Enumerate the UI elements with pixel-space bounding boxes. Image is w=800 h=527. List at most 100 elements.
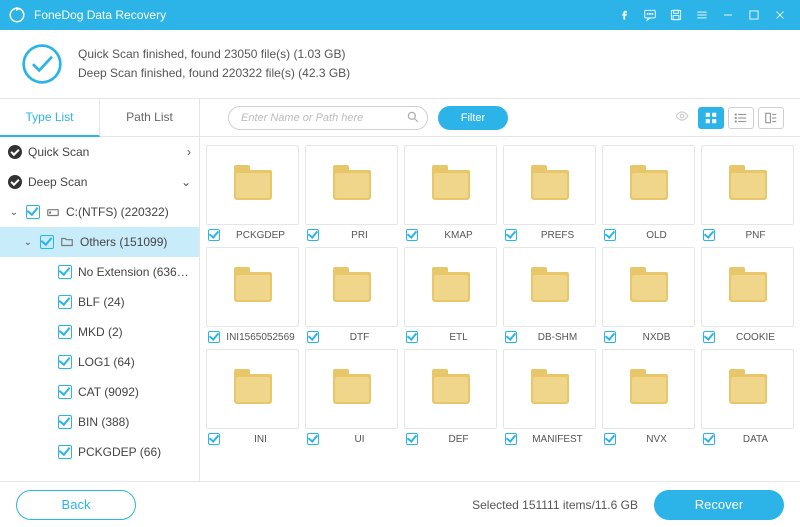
checkbox[interactable] (505, 433, 517, 445)
back-button[interactable]: Back (16, 490, 136, 520)
checkbox[interactable] (58, 265, 72, 279)
deep-scan-summary: Deep Scan finished, found 220322 file(s)… (78, 64, 350, 83)
grid-item[interactable]: NXDB (602, 247, 695, 343)
item-name: DATA (719, 434, 792, 445)
grid-item[interactable]: DTF (305, 247, 398, 343)
sidebar-item[interactable]: PCKGDEP (66) (0, 437, 199, 467)
sidebar-item[interactable]: BIN (388) (0, 407, 199, 437)
sidebar: Quick Scan › Deep Scan ⌄ ⌄ C:(NTFS) (220… (0, 137, 200, 481)
view-grid-icon[interactable] (698, 107, 724, 129)
sidebar-others[interactable]: ⌄ Others (151099) (0, 227, 199, 257)
checkbox[interactable] (307, 433, 319, 445)
checkbox[interactable] (26, 205, 40, 219)
folder-thumb (404, 349, 497, 429)
folder-thumb (701, 145, 794, 225)
sidebar-quick-scan[interactable]: Quick Scan › (0, 137, 199, 167)
folder-icon (531, 272, 569, 302)
grid-item[interactable]: KMAP (404, 145, 497, 241)
grid-item[interactable]: OLD (602, 145, 695, 241)
grid-item[interactable]: MANIFEST (503, 349, 596, 445)
grid-item[interactable]: DB-SHM (503, 247, 596, 343)
search-icon[interactable] (406, 110, 420, 127)
sidebar-item[interactable]: CAT (9092) (0, 377, 199, 407)
checkbox[interactable] (208, 331, 220, 343)
checkbox[interactable] (208, 229, 220, 241)
item-name: NXDB (620, 332, 693, 343)
checkbox[interactable] (604, 331, 616, 343)
view-list-icon[interactable] (728, 107, 754, 129)
sidebar-item[interactable]: LOG1 (64) (0, 347, 199, 377)
file-grid: PCKGDEP PRIKMAPPREFS OLD PNF INI1565052569DT… (200, 137, 800, 481)
checkbox[interactable] (406, 331, 418, 343)
checkbox[interactable] (703, 331, 715, 343)
facebook-icon[interactable] (612, 3, 636, 27)
grid-item[interactable]: ETL (404, 247, 497, 343)
grid-item[interactable]: INI (206, 349, 299, 445)
item-name: PCKGDEP (224, 230, 297, 241)
sidebar-item[interactable]: MKD (2) (0, 317, 199, 347)
checkbox[interactable] (703, 433, 715, 445)
folder-thumb (503, 349, 596, 429)
search-input[interactable] (228, 106, 428, 130)
preview-toggle-icon[interactable] (672, 109, 692, 126)
sidebar-item[interactable]: No Extension (63614) (0, 257, 199, 287)
grid-item[interactable]: PNF (701, 145, 794, 241)
grid-item[interactable]: INI1565052569 (206, 247, 299, 343)
grid-item[interactable]: PREFS (503, 145, 596, 241)
checkbox[interactable] (58, 325, 72, 339)
filter-button[interactable]: Filter (438, 106, 508, 130)
sidebar-label: CAT (9092) (78, 385, 191, 399)
recover-button[interactable]: Recover (654, 490, 784, 520)
checkbox[interactable] (703, 229, 715, 241)
feedback-icon[interactable] (638, 3, 662, 27)
folder-icon (333, 170, 371, 200)
checkbox[interactable] (406, 433, 418, 445)
checkbox[interactable] (58, 385, 72, 399)
checkbox[interactable] (58, 295, 72, 309)
grid-item[interactable]: PRI (305, 145, 398, 241)
app-logo-icon (8, 6, 26, 24)
checkbox[interactable] (58, 355, 72, 369)
folder-thumb (602, 145, 695, 225)
folder-icon (60, 235, 76, 249)
grid-item[interactable]: COOKIE (701, 247, 794, 343)
folder-thumb (701, 247, 794, 327)
item-name: OLD (620, 230, 693, 241)
item-name: DEF (422, 434, 495, 445)
item-name: PNF (719, 230, 792, 241)
grid-item[interactable]: DEF (404, 349, 497, 445)
sidebar-drive[interactable]: ⌄ C:(NTFS) (220322) (0, 197, 199, 227)
grid-item[interactable]: DATA (701, 349, 794, 445)
grid-item[interactable]: PCKGDEP (206, 145, 299, 241)
menu-icon[interactable] (690, 3, 714, 27)
item-name: NVX (620, 434, 693, 445)
maximize-icon[interactable] (742, 3, 766, 27)
folder-icon (333, 272, 371, 302)
sidebar-item[interactable]: BLF (24) (0, 287, 199, 317)
grid-item[interactable]: NVX (602, 349, 695, 445)
close-icon[interactable] (768, 3, 792, 27)
checkbox[interactable] (505, 229, 517, 241)
checkbox[interactable] (208, 433, 220, 445)
sidebar-deep-scan[interactable]: Deep Scan ⌄ (0, 167, 199, 197)
view-detail-icon[interactable] (758, 107, 784, 129)
tab-type-list[interactable]: Type List (0, 99, 100, 137)
tab-path-list[interactable]: Path List (100, 99, 200, 137)
grid-item[interactable]: UI (305, 349, 398, 445)
sidebar-label: No Extension (63614) (78, 265, 191, 279)
checkbox[interactable] (58, 445, 72, 459)
checkbox[interactable] (604, 433, 616, 445)
minimize-icon[interactable] (716, 3, 740, 27)
checkbox[interactable] (40, 235, 54, 249)
checkbox[interactable] (307, 229, 319, 241)
checkbox[interactable] (58, 415, 72, 429)
checkbox[interactable] (604, 229, 616, 241)
sidebar-label: BLF (24) (78, 295, 191, 309)
checkbox[interactable] (406, 229, 418, 241)
folder-thumb (206, 145, 299, 225)
checkbox[interactable] (505, 331, 517, 343)
quick-scan-summary: Quick Scan finished, found 23050 file(s)… (78, 45, 350, 64)
chevron-down-icon: ⌄ (181, 175, 191, 189)
checkbox[interactable] (307, 331, 319, 343)
save-icon[interactable] (664, 3, 688, 27)
